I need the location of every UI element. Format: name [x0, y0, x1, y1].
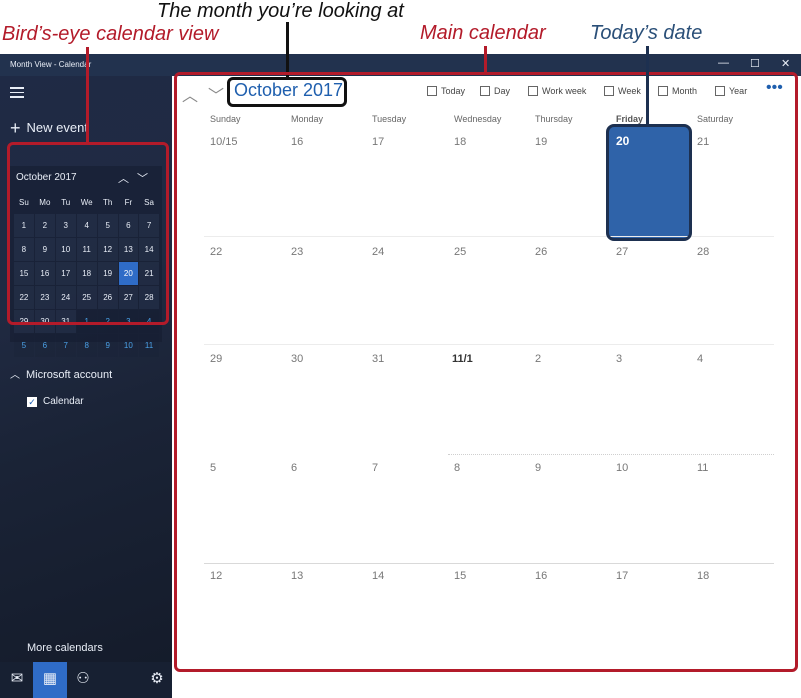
- today-callout-box: [606, 124, 692, 241]
- calendar-app-icon[interactable]: ▦: [33, 662, 67, 698]
- mini-day[interactable]: 11: [139, 334, 159, 357]
- more-calendars-link[interactable]: More calendars: [27, 642, 103, 654]
- today-callout-line: [646, 46, 649, 125]
- checkbox-checked-icon[interactable]: ✓: [27, 397, 37, 407]
- callout-month-label: The month you’re looking at: [157, 0, 404, 22]
- callout-todays-date-label: Today’s date: [590, 22, 703, 44]
- main-calendar-frame: [174, 72, 798, 672]
- account-label: Microsoft account: [26, 369, 113, 381]
- settings-gear-icon[interactable]: ⚙: [140, 662, 174, 698]
- mini-day[interactable]: 7: [55, 334, 76, 357]
- calendar-toggle[interactable]: ✓ Calendar: [27, 396, 84, 407]
- mini-day[interactable]: 6: [34, 334, 55, 357]
- birds-eye-frame: [7, 142, 169, 325]
- mini-day[interactable]: 9: [97, 334, 118, 357]
- account-group-toggle[interactable]: ︿ Microsoft account: [10, 366, 112, 381]
- plus-icon: +: [10, 118, 21, 138]
- calendar-label: Calendar: [43, 396, 84, 407]
- mini-day[interactable]: 10: [118, 334, 139, 357]
- birds-eye-callout-line: [86, 47, 89, 143]
- people-icon[interactable]: ⚇: [66, 662, 100, 698]
- new-event-label: New event: [26, 120, 88, 135]
- mini-day[interactable]: 5: [14, 334, 34, 357]
- window-title: Month View - Calendar: [10, 60, 92, 69]
- hamburger-menu-icon[interactable]: [10, 84, 24, 101]
- mail-icon[interactable]: ✉: [0, 662, 34, 698]
- mini-day[interactable]: 8: [76, 334, 97, 357]
- new-event-button[interactable]: + New event: [10, 118, 88, 139]
- month-callout-line: [286, 22, 289, 78]
- close-button[interactable]: ✕: [781, 57, 790, 70]
- minimize-button[interactable]: —: [718, 57, 729, 69]
- maximize-button[interactable]: ☐: [750, 57, 760, 70]
- chevron-up-icon: ︿: [10, 370, 20, 381]
- app-switcher-bar: ✉ ▦ ⚇ ⚙: [0, 662, 172, 698]
- callout-main-calendar-label: Main calendar: [420, 22, 546, 44]
- main-calendar-callout-line: [484, 46, 487, 73]
- callout-birds-eye-label: Bird’s-eye calendar view: [2, 23, 219, 45]
